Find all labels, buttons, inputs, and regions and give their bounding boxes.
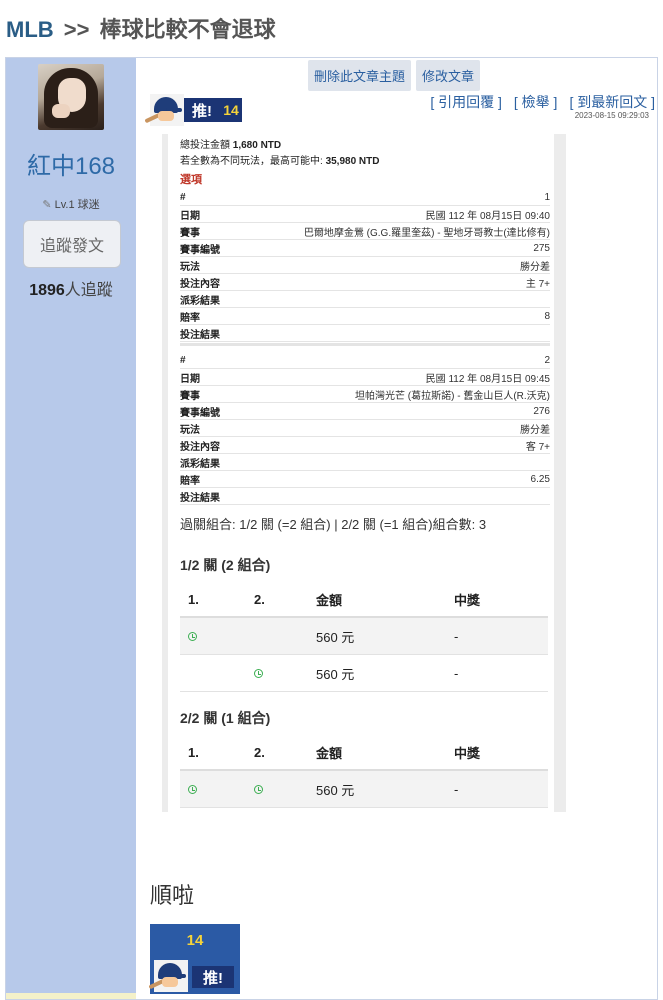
quote-reply-link[interactable]: [ 引用回覆 ] xyxy=(430,92,502,112)
options-title: 選項 xyxy=(180,174,202,186)
clock-icon xyxy=(254,668,263,678)
baseball-mascot-icon xyxy=(148,960,188,992)
breadcrumb-board[interactable]: 棒球比較不會退球 xyxy=(100,17,276,42)
table-row: 賠率 6.25 xyxy=(180,471,550,488)
bet-card-body: 總投注金額 1,680 NTD 若全數為不同玩法，最高可能中: 35,980 N… xyxy=(168,134,554,812)
post-frame: 紅中168 ✎ Lv.1 球迷 追蹤發文 1896人追蹤 刪除此文章主題 修改文… xyxy=(5,57,658,1000)
push-button-bottom[interactable]: 14 推! xyxy=(148,924,240,994)
breadcrumb: MLB >> 棒球比較不會退球 xyxy=(0,0,663,56)
clock-icon xyxy=(188,784,197,794)
latest-reply-link[interactable]: [ 到最新回文 ] xyxy=(569,92,655,112)
bet-item-2: #2 日期 民國 112 年 08月15日 09:45 賽事 坦帕灣光芒 (葛拉斯諾… xyxy=(180,352,550,505)
author-level-text: Lv.1 球迷 xyxy=(54,199,100,211)
table-row: 賽事 坦帕灣光芒 (葛拉斯諾) - 舊金山巨人(R.沃克) xyxy=(180,386,550,403)
report-link[interactable]: [ 檢舉 ] xyxy=(514,92,558,112)
bet-card: 總投注金額 1,680 NTD 若全數為不同玩法，最高可能中: 35,980 N… xyxy=(162,134,566,812)
table-row: 賽事編號 275 xyxy=(180,240,550,257)
total-value: 1,680 NTD xyxy=(232,140,282,151)
table-row: 投注內容客 7+ xyxy=(180,437,550,454)
combo-table-1: 1. 2. 金額 中獎 560 元 - 560 元 - xyxy=(180,582,548,692)
section-title-1: 1/2 關 (2 組合) xyxy=(180,557,271,573)
clock-icon xyxy=(254,784,263,794)
sidebar-footer xyxy=(6,993,136,999)
followers-number: 1896 xyxy=(29,282,65,299)
section-title-2: 2/2 關 (1 組合) xyxy=(180,710,271,726)
author-name[interactable]: 紅中168 xyxy=(6,146,136,181)
table-row: 賽事 巴爾地摩金鶯 (G.G.羅里奎茲) - 聖地牙哥教士(達比修有) xyxy=(180,223,550,240)
followers-suffix: 人追蹤 xyxy=(64,282,113,299)
table-row: 賠率 8 xyxy=(180,308,550,325)
post-actions: [ 引用回覆 ] [ 檢舉 ] [ 到最新回文 ] xyxy=(430,92,655,112)
push-count-bottom: 14 xyxy=(186,932,204,949)
follow-button[interactable]: 追蹤發文 xyxy=(23,220,121,268)
table-row: 560 元 - xyxy=(180,771,548,808)
table-row: #1 xyxy=(180,189,550,206)
table-row: 玩法 勝分差 xyxy=(180,257,550,274)
table-row: 投注內容主 7+ xyxy=(180,274,550,291)
avatar[interactable] xyxy=(38,64,104,130)
table-row: #2 xyxy=(180,352,550,369)
author-level: ✎ Lv.1 球迷 xyxy=(6,196,136,212)
push-label: 推! xyxy=(184,98,220,122)
push-label-bottom: 推! xyxy=(192,966,234,988)
table-row: 投注結果 xyxy=(180,488,550,505)
delete-topic-button[interactable]: 刪除此文章主題 xyxy=(308,60,412,91)
pencil-icon: ✎ xyxy=(42,199,52,211)
table-row: 560 元 - xyxy=(180,655,548,692)
author-sidebar: 紅中168 ✎ Lv.1 球迷 追蹤發文 1896人追蹤 xyxy=(6,58,136,999)
followers-count: 1896人追蹤 xyxy=(6,276,136,300)
breadcrumb-separator: >> xyxy=(63,17,90,42)
table-row: 日期 民國 112 年 08月15日 09:45 xyxy=(180,369,550,386)
combo-table-2: 1. 2. 金額 中獎 560 元 - xyxy=(180,735,548,808)
table-row: 賽事編號 276 xyxy=(180,403,550,420)
combo-summary: 過關組合: 1/2 關 (=2 組合) | 2/2 關 (=1 組合)組合數: … xyxy=(180,517,487,532)
clock-icon xyxy=(188,631,197,641)
table-row: 玩法 勝分差 xyxy=(180,420,550,437)
bet-item-1: #1 日期 民國 112 年 08月15日 09:40 賽事 巴爾地摩金鶯 (G.G… xyxy=(180,189,550,346)
push-count: 14 xyxy=(220,98,242,122)
post-main: 刪除此文章主題 修改文章 推! 14 [ 引用回覆 ] [ 檢舉 ] [ 到最新… xyxy=(136,58,657,999)
push-button[interactable]: 推! 14 xyxy=(144,94,242,126)
total-label: 總投注金額 xyxy=(180,140,230,151)
table-header: 1. 2. 金額 中獎 xyxy=(180,582,548,618)
edit-post-button[interactable]: 修改文章 xyxy=(416,60,481,91)
baseball-mascot-icon xyxy=(144,94,184,126)
post-timestamp: 2023-08-15 09:29:03 xyxy=(574,111,649,120)
breadcrumb-site[interactable]: MLB xyxy=(6,17,54,42)
table-row: 派彩結果 xyxy=(180,454,550,471)
max-label: 若全數為不同玩法，最高可能中: xyxy=(180,156,323,167)
admin-buttons: 刪除此文章主題 修改文章 xyxy=(308,60,481,91)
comment-text: 順啦 xyxy=(150,883,195,908)
table-row: 派彩結果 xyxy=(180,291,550,308)
table-row: 日期 民國 112 年 08月15日 09:40 xyxy=(180,206,550,223)
table-row: 560 元 - xyxy=(180,618,548,655)
max-value: 35,980 NTD xyxy=(325,156,380,167)
table-header: 1. 2. 金額 中獎 xyxy=(180,735,548,771)
table-row: 投注結果 xyxy=(180,325,550,342)
bet-summary: 總投注金額 1,680 NTD 若全數為不同玩法，最高可能中: 35,980 N… xyxy=(180,138,379,170)
